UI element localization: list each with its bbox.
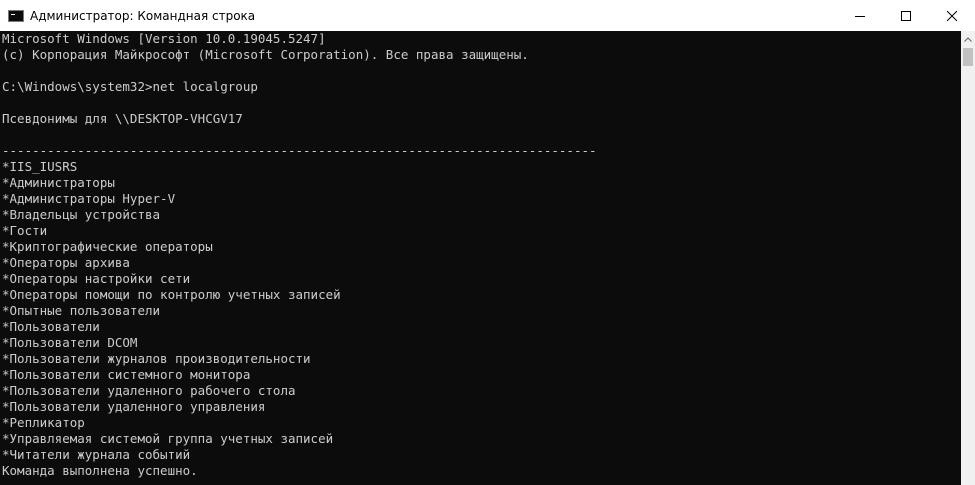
console-app-icon[interactable] [8, 9, 24, 22]
console-line: C:\Windows\system32>net localgroup [2, 79, 258, 94]
maximize-button[interactable] [883, 0, 929, 31]
console-line: *Владельцы устройства [2, 207, 161, 222]
title-bar[interactable]: Администратор: Командная строка [0, 0, 975, 31]
console-line: *Управляемая системой группа учетных зап… [2, 431, 334, 446]
minimize-icon [855, 15, 865, 17]
window-title: Администратор: Командная строка [30, 8, 256, 23]
chevron-up-icon [964, 37, 972, 42]
console-line: *Опытные пользователи [2, 303, 161, 318]
maximize-icon [901, 10, 911, 21]
console-line: *Пользователи системного монитора [2, 367, 251, 382]
console-line: *IIS_IUSRS [2, 159, 78, 174]
console-line: *Пользователи удаленного рабочего стола [2, 383, 296, 398]
console-line: ----------------------------------------… [2, 143, 597, 158]
console-line: *Криптографические операторы [2, 239, 213, 254]
console-line: *Читатели журнала событий [2, 447, 191, 462]
console-line: *Гости [2, 223, 48, 238]
console-line: *Операторы помощи по контролю учетных за… [2, 287, 341, 302]
minimize-button[interactable] [837, 0, 883, 31]
console-line: *Администраторы Hyper-V [2, 191, 176, 206]
close-icon [947, 10, 957, 21]
console-line: *Репликатор [2, 415, 85, 430]
console-line: *Пользователи DCOM [2, 335, 138, 350]
scroll-up-button[interactable] [961, 31, 975, 48]
vertical-scrollbar[interactable] [961, 31, 975, 485]
console-output[interactable]: Microsoft Windows [Version 10.0.19045.52… [0, 31, 961, 485]
console-line: Microsoft Windows [Version 10.0.19045.52… [2, 31, 326, 46]
window-controls [837, 0, 975, 31]
scrollbar-thumb[interactable] [963, 48, 973, 66]
console-line: *Пользователи [2, 319, 100, 334]
console-line: *Администраторы [2, 175, 115, 190]
console-line: *Пользователи журналов производительност… [2, 351, 311, 366]
console-line: *Операторы архива [2, 255, 130, 270]
console-line: Псевдонимы для \\DESKTOP-VHCGV17 [2, 111, 243, 126]
console-line: (с) Корпорация Майкрософт (Microsoft Cor… [2, 47, 529, 62]
console-line: Команда выполнена успешно. [2, 463, 198, 478]
console-line: *Пользователи удаленного управления [2, 399, 266, 414]
console-line: *Операторы настройки сети [2, 271, 191, 286]
close-button[interactable] [929, 0, 975, 31]
cmd-window: Администратор: Командная строка Microsof… [0, 0, 975, 485]
